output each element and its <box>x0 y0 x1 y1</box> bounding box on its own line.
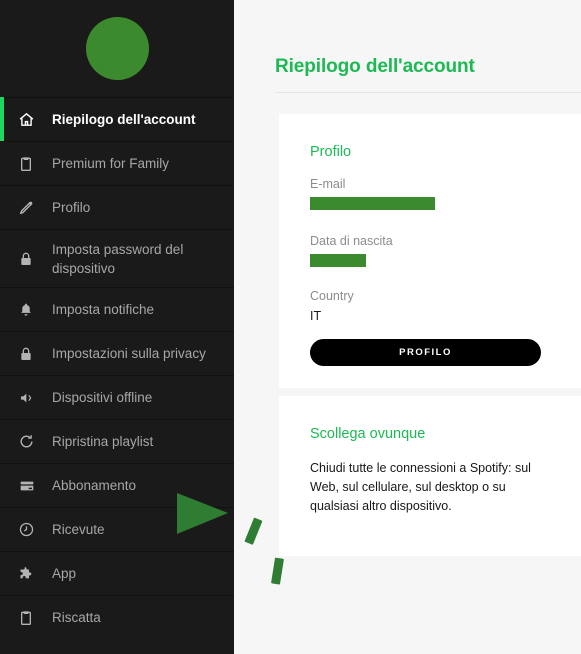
sidebar-item-label: Dispositivi offline <box>52 390 153 405</box>
main-content: Riepilogo dell'account Profilo E-mail Da… <box>234 0 581 654</box>
title-divider <box>275 92 581 93</box>
lock-icon <box>18 346 52 362</box>
dob-field-block: Data di nascita <box>310 234 550 267</box>
clock-icon <box>18 521 52 538</box>
clipboard-icon <box>18 156 52 172</box>
puzzle-icon <box>18 565 52 582</box>
speaker-icon <box>18 390 52 406</box>
sidebar-item-label: Profilo <box>52 200 91 215</box>
page-title: Riepilogo dell'account <box>275 56 475 77</box>
profile-button[interactable]: PROFILO <box>310 339 541 366</box>
sidebar-item-app[interactable]: App <box>0 551 234 595</box>
sidebar-item-label: Riepilogo dell'account <box>52 112 196 127</box>
credit-card-icon <box>18 478 52 494</box>
signout-card-body: Chiudi tutte le connessioni a Spotify: s… <box>310 461 531 513</box>
email-field-block: E-mail <box>310 177 550 210</box>
sidebar-navigation: Riepilogo dell'account Premium for Famil… <box>0 0 234 654</box>
refresh-icon <box>18 433 52 450</box>
clipboard-icon <box>18 610 52 626</box>
sidebar-item-riscatta[interactable]: Riscatta <box>0 595 234 639</box>
signout-everywhere-card: Scollega ovunque Chiudi tutte le conness… <box>279 396 581 556</box>
pen-icon <box>18 199 52 216</box>
sidebar-item-label: Ripristina playlist <box>52 434 154 449</box>
sidebar-item-imposta-password-dispositivo[interactable]: Imposta password del dispositivo <box>0 229 234 287</box>
sidebar-item-imposta-notifiche[interactable]: Imposta notifiche <box>0 287 234 331</box>
sidebar-item-label: Impostazioni sulla privacy <box>52 346 206 361</box>
sidebar-item-label: Ricevute <box>52 522 105 537</box>
avatar[interactable] <box>85 17 149 80</box>
sidebar-item-premium-for-family[interactable]: Premium for Family <box>0 141 234 185</box>
sidebar-item-label: Imposta notifiche <box>52 302 155 317</box>
sidebar-item-ricevute[interactable]: Ricevute <box>0 507 234 551</box>
bell-icon <box>18 302 52 318</box>
sidebar-item-impostazioni-privacy[interactable]: Impostazioni sulla privacy <box>0 331 234 375</box>
country-value: IT <box>310 309 322 323</box>
account-overview-page: Riepilogo dell'account Premium for Famil… <box>0 0 581 654</box>
email-value-redacted <box>310 197 435 210</box>
sidebar-item-account-overview[interactable]: Riepilogo dell'account <box>0 97 234 141</box>
sidebar-item-abbonamento[interactable]: Abbonamento <box>0 463 234 507</box>
avatar-container <box>0 0 234 97</box>
sidebar-item-label: Abbonamento <box>52 478 137 493</box>
profile-card-heading: Profilo <box>310 144 352 160</box>
sidebar-item-profilo[interactable]: Profilo <box>0 185 234 229</box>
sidebar-item-label: Riscatta <box>52 610 101 625</box>
sidebar-item-ripristina-playlist[interactable]: Ripristina playlist <box>0 419 234 463</box>
dob-label: Data di nascita <box>310 234 393 248</box>
country-field-block: Country IT <box>310 289 550 323</box>
signout-card-heading: Scollega ovunque <box>310 426 426 442</box>
sidebar-item-dispositivi-offline[interactable]: Dispositivi offline <box>0 375 234 419</box>
email-label: E-mail <box>310 177 346 191</box>
profile-card: Profilo E-mail Data di nascita Country I… <box>279 114 581 388</box>
sidebar-item-label: Imposta password del dispositivo <box>52 241 184 276</box>
dob-value-redacted <box>310 254 366 267</box>
country-label: Country <box>310 289 354 303</box>
home-icon <box>18 111 52 128</box>
lock-icon <box>18 251 52 267</box>
sidebar-item-label: Premium for Family <box>52 156 170 171</box>
sidebar-item-label: App <box>52 566 77 581</box>
